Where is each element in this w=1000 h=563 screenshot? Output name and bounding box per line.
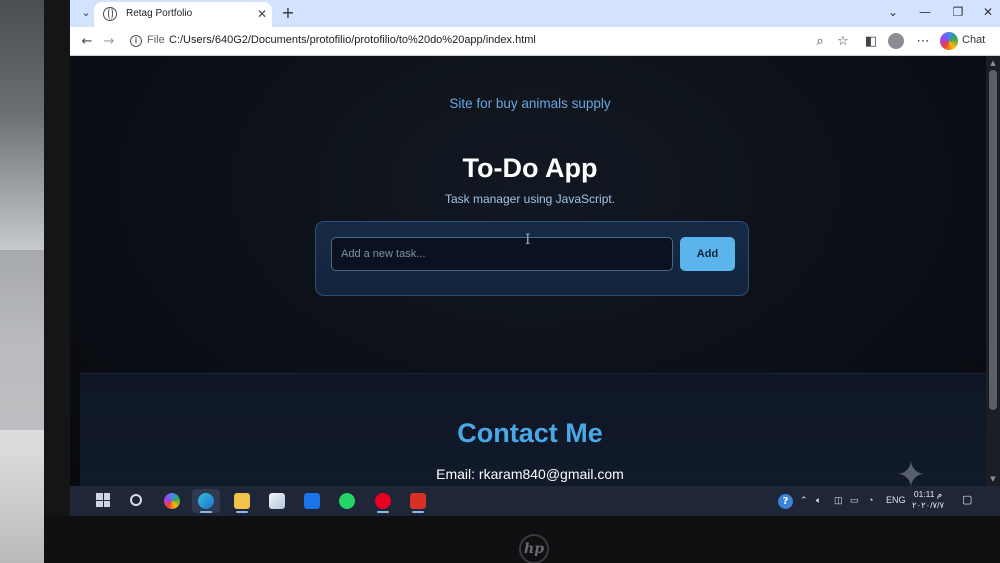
chat-label: Chat [962, 34, 986, 46]
monitor-screen: ⌄ Retag Portfolio ✕ + ⌄ — ❐ ✕ ← → i File… [70, 0, 1000, 516]
close-icon[interactable]: ✕ [254, 6, 270, 22]
url-scheme-label: File [147, 34, 165, 46]
tab-overflow-chevron-icon[interactable]: ⌄ [878, 2, 908, 22]
zoom-icon[interactable]: ⌕ [810, 32, 830, 52]
address-bar[interactable]: i File C:/Users/640G2/Documents/protofil… [122, 30, 922, 53]
site-link[interactable]: Site for buy animals supply [70, 96, 990, 111]
more-icon[interactable]: ⋯ [913, 32, 933, 52]
contact-title: Contact Me [457, 418, 603, 448]
language-indicator[interactable]: ENG [886, 495, 906, 505]
new-tab-plus-icon[interactable]: + [278, 3, 298, 23]
scroll-up-icon[interactable]: ▲ [987, 57, 999, 69]
page-scrollbar[interactable]: ▲ ▼ [986, 56, 1000, 486]
clock-date: ٢٠٢٠/٧/٧ [911, 500, 945, 510]
chevron-up-icon[interactable]: ⌃ [800, 495, 808, 506]
star-icon[interactable]: ☆ [833, 32, 853, 52]
contact-email: Email: rkaram840@gmail.com [436, 466, 624, 482]
battery-icon[interactable]: ▭ [850, 495, 859, 506]
display-icon[interactable]: ◫ [834, 495, 843, 506]
add-task-button[interactable]: Add [680, 237, 735, 271]
forward-arrow-icon[interactable]: → [99, 32, 119, 52]
page-description: Task manager using JavaScript. [444, 192, 616, 206]
browser-tab-strip: ⌄ Retag Portfolio ✕ + ⌄ — ❐ ✕ [70, 0, 1000, 27]
copilot-taskbar-icon[interactable] [158, 489, 186, 513]
pdf-reader-icon[interactable] [404, 489, 432, 513]
hp-logo-icon: hp [519, 534, 549, 563]
info-icon[interactable]: i [130, 35, 142, 47]
contact-section: Contact Me Email: rkaram840@gmail.com [80, 373, 990, 493]
folder-icon[interactable] [228, 489, 256, 513]
wifi-icon[interactable]: ◔ [868, 495, 873, 505]
pinterest-icon[interactable] [369, 489, 397, 513]
mail-icon[interactable] [298, 489, 326, 513]
windows-taskbar: ? ⌃ 🔈︎ ◫ ▭ ◔ ENG 01:11 م ٢٠٢٠/٧/٧ ▢ [70, 486, 1000, 516]
task-entry-card: Add [315, 221, 749, 296]
web-page: Site for buy animals supply To-Do App Ta… [70, 56, 1000, 493]
copilot-icon [940, 32, 958, 50]
profile-icon[interactable] [888, 33, 904, 49]
url-text[interactable]: C:/Users/640G2/Documents/protofilio/prot… [169, 34, 536, 46]
back-arrow-icon[interactable]: ← [77, 32, 97, 52]
tab-title: Retag Portfolio [126, 8, 193, 19]
sidebar-icon[interactable]: ◧ [861, 32, 881, 52]
monitor-bezel-left [44, 0, 70, 563]
store-icon[interactable] [263, 489, 291, 513]
help-icon[interactable]: ? [778, 494, 793, 509]
edge-icon[interactable] [192, 489, 220, 513]
browser-toolbar: ← → i File C:/Users/640G2/Documents/prot… [70, 27, 1000, 56]
minimize-icon[interactable]: — [910, 2, 940, 22]
windows-start-icon[interactable] [96, 493, 110, 507]
speaker-icon[interactable]: 🔈︎ [816, 495, 821, 506]
task-input[interactable] [331, 237, 673, 271]
page-title: To-Do App [462, 153, 598, 183]
notification-icon[interactable]: ▢ [962, 493, 972, 506]
window-close-icon[interactable]: ✕ [973, 2, 1000, 22]
sparkle-watermark-icon: ✦ [895, 455, 927, 496]
globe-icon [103, 7, 117, 21]
tab-search-chevron-icon[interactable]: ⌄ [76, 4, 96, 22]
whatsapp-icon[interactable] [333, 489, 361, 513]
restore-icon[interactable]: ❐ [943, 2, 973, 22]
scroll-down-icon[interactable]: ▼ [987, 473, 999, 485]
tab-retag-portfolio[interactable]: Retag Portfolio ✕ [94, 2, 272, 27]
chat-button[interactable]: Chat [938, 31, 988, 51]
scrollbar-thumb[interactable] [989, 70, 997, 410]
search-icon[interactable] [122, 489, 150, 513]
text-cursor-icon: I [525, 232, 531, 248]
